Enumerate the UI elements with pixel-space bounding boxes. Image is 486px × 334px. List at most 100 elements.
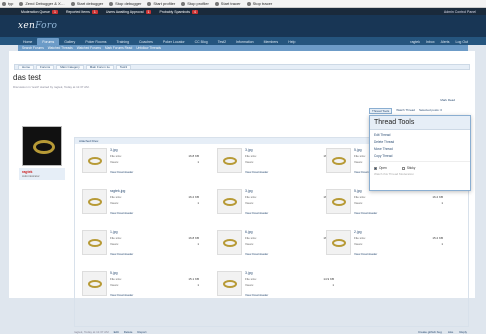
- admin-control-panel-link[interactable]: Admin Control Panel: [444, 10, 476, 14]
- attachment-name[interactable]: 5.jpg: [354, 148, 362, 152]
- attachment-thumbnail[interactable]: [82, 148, 107, 173]
- globe-icon: [2, 1, 6, 6]
- attachment-name[interactable]: 5.jpg: [110, 271, 118, 275]
- nav-tab[interactable]: Forums: [37, 38, 60, 45]
- ring-image: [223, 198, 237, 206]
- attachment-thumbnail[interactable]: [326, 230, 351, 255]
- attachment-name[interactable]: 5.jpg: [354, 189, 362, 193]
- attachment-thumbnail[interactable]: [326, 189, 351, 214]
- view-downloader-link[interactable]: View Downloader: [354, 252, 377, 256]
- attachment-thumbnail[interactable]: [217, 148, 242, 173]
- subnav-link[interactable]: Mark Forums Read: [105, 46, 132, 50]
- create-bug-link[interactable]: Create github bug: [418, 330, 442, 334]
- watch-thread-link[interactable]: Watch Thread: [396, 108, 415, 114]
- bookmark-item[interactable]: Start debugger: [70, 1, 103, 6]
- nav-tab[interactable]: Poker Locator: [158, 38, 190, 45]
- user-role: Administrator: [22, 174, 40, 178]
- bookmark-item[interactable]: typ: [2, 1, 13, 6]
- attachment-name[interactable]: 3.jpg: [245, 189, 253, 193]
- open-checkbox[interactable]: Open: [374, 166, 387, 170]
- thread-meta: Discussion in 'test3' started by ragtek,…: [13, 85, 90, 89]
- admin-tab[interactable]: Users Awaiting Approval 1: [103, 9, 155, 15]
- report-link[interactable]: Report: [137, 330, 146, 334]
- thread-tool-option[interactable]: Edit Thread: [370, 130, 470, 137]
- subnav-link[interactable]: Search Forums: [22, 46, 44, 50]
- attachment-thumbnail[interactable]: [326, 148, 351, 173]
- view-downloader-link[interactable]: View Downloader: [245, 170, 268, 174]
- thread-tool-option[interactable]: Copy Thread: [370, 151, 470, 158]
- alerts-link[interactable]: Alerts: [441, 40, 450, 44]
- view-downloader-link[interactable]: View Downloader: [354, 211, 377, 215]
- nav-tab[interactable]: Members: [259, 38, 284, 45]
- attachment-thumbnail[interactable]: [82, 230, 107, 255]
- attachment-item: 3.jpgFile size:16.8 KBViews:1View Downlo…: [217, 148, 337, 180]
- attachment-name[interactable]: 3.jpg: [245, 148, 253, 152]
- delete-link[interactable]: Delete: [124, 330, 133, 334]
- nav-tab[interactable]: Training: [112, 38, 135, 45]
- nav-tab[interactable]: Help: [283, 38, 300, 45]
- like-link[interactable]: Like: [448, 330, 454, 334]
- attachment-thumbnail[interactable]: [82, 271, 107, 296]
- breadcrumb-item[interactable]: Test3: [115, 64, 132, 70]
- nav-tab[interactable]: Poker Rooms: [80, 38, 111, 45]
- view-downloader-link[interactable]: View Downloader: [110, 252, 133, 256]
- bookmark-item[interactable]: Stop profiler: [181, 1, 209, 6]
- view-downloader-link[interactable]: View Downloader: [245, 293, 268, 297]
- attachment-name[interactable]: 1.jpg: [110, 230, 118, 234]
- attachment-name[interactable]: 2.jpg: [354, 230, 362, 234]
- admin-tab[interactable]: Reported Items 1: [63, 9, 101, 15]
- bookmark-item[interactable]: Start profiler: [147, 1, 175, 6]
- bookmark-item[interactable]: Stop tracer: [246, 1, 272, 6]
- sticky-checkbox[interactable]: Sticky: [401, 166, 416, 170]
- nav-tab[interactable]: Test2: [213, 38, 231, 45]
- admin-tab[interactable]: Probably Spambots 4: [156, 9, 201, 15]
- nav-tab[interactable]: Coaches: [134, 38, 158, 45]
- bookmark-item[interactable]: Stop debugger: [109, 1, 141, 6]
- view-downloader-link[interactable]: View Downloader: [110, 170, 133, 174]
- thread-tools-button[interactable]: Thread Tools: [369, 108, 393, 114]
- view-downloader-link[interactable]: View Downloader: [110, 211, 133, 215]
- avatar[interactable]: [22, 126, 62, 166]
- breadcrumb-item[interactable]: Main Category: [56, 64, 84, 70]
- inbox-link[interactable]: Inbox: [426, 40, 435, 44]
- mark-read-link[interactable]: Mark Read: [440, 98, 455, 102]
- logout-link[interactable]: Log Out: [456, 40, 468, 44]
- attachment-thumbnail[interactable]: [82, 189, 107, 214]
- breadcrumb-item[interactable]: Main Forum 1e: [85, 64, 114, 70]
- attachment-thumbnail[interactable]: [217, 230, 242, 255]
- site-logo[interactable]: xenForo: [18, 21, 57, 31]
- attachment-name[interactable]: 3.jpg: [110, 148, 118, 152]
- bookmark-item[interactable]: Zend Debugger & X…: [19, 1, 65, 6]
- attachment-name[interactable]: ragtek.jpg: [110, 189, 125, 193]
- file-size-label: File size:: [110, 277, 122, 281]
- bookmark-item[interactable]: Start tracer: [214, 1, 241, 6]
- selected-posts-link[interactable]: Selected posts: 0: [419, 108, 442, 114]
- edit-link[interactable]: Edit: [114, 330, 119, 334]
- nav-tab[interactable]: Gallery: [59, 38, 80, 45]
- file-size-value: 16.8 KB: [188, 154, 199, 158]
- view-downloader-link[interactable]: View Downloader: [245, 211, 268, 215]
- nav-tab[interactable]: Home: [18, 38, 37, 45]
- subnav-link[interactable]: Watched Forums: [77, 46, 101, 50]
- breadcrumb-item[interactable]: Home: [18, 64, 35, 70]
- thread-tool-option[interactable]: Move Thread: [370, 144, 470, 151]
- reply-link[interactable]: Reply: [459, 330, 467, 334]
- view-downloader-link[interactable]: View Downloader: [245, 252, 268, 256]
- nav-tab[interactable]: CC Blog: [190, 38, 213, 45]
- username-link[interactable]: ragtek: [410, 40, 420, 44]
- admin-tab[interactable]: Moderation Queue 1: [18, 9, 61, 15]
- thread-tool-option[interactable]: Delete Thread: [370, 137, 470, 144]
- attachment-thumbnail[interactable]: [217, 271, 242, 296]
- debug-icon: [19, 1, 24, 6]
- moderation-link[interactable]: Watch this Thread Moderation: [370, 170, 470, 176]
- subnav-link[interactable]: Watched Threads: [48, 46, 73, 50]
- subnav-link[interactable]: Unfollow Threads: [136, 46, 161, 50]
- play-icon: [70, 1, 75, 6]
- view-downloader-link[interactable]: View Downloader: [110, 293, 133, 297]
- breadcrumb-item[interactable]: Forums: [36, 64, 55, 70]
- sticky-label: Sticky: [406, 166, 416, 170]
- attachment-thumbnail[interactable]: [217, 189, 242, 214]
- attachment-name[interactable]: 6.jpg: [245, 230, 253, 234]
- nav-tab[interactable]: Information: [231, 38, 259, 45]
- attachment-name[interactable]: 3.jpg: [245, 271, 253, 275]
